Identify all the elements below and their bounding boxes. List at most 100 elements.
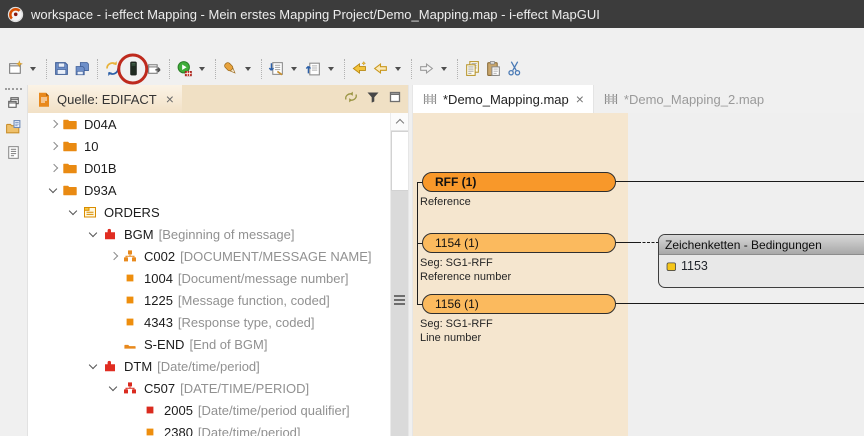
toolbar-separator [93,57,102,81]
tree-row-1225[interactable]: 1225 [Message function, coded] [28,289,390,311]
menu-item-search[interactable] [55,28,73,52]
composite-red-icon [122,380,138,396]
rail-grip[interactable] [5,88,22,90]
dropdown-caret-icon[interactable] [441,67,447,71]
new-wizard-icon [7,60,24,77]
condition-item-element-yellow[interactable]: 1153 [665,259,864,273]
rail-project-explorer[interactable] [3,119,25,141]
sash-grip-icon[interactable] [394,295,405,305]
node-sublabel: Reference [420,196,616,210]
editor-tab-mapping-editor[interactable]: *Demo_Mapping.map × [413,85,594,113]
toolbar-paste[interactable] [483,57,504,81]
twistie-icon[interactable] [46,116,62,132]
twistie-icon[interactable] [46,182,62,198]
toolbar-cut[interactable] [504,57,525,81]
wire-1154[interactable] [615,242,638,244]
tree-row-dtm[interactable]: DTM [Date/time/period] [28,355,390,377]
dropdown-caret-icon[interactable] [199,67,205,71]
dropdown-caret-icon[interactable] [328,67,334,71]
twistie-icon[interactable] [46,138,62,154]
toolbar-save-all[interactable] [72,57,93,81]
node-pill[interactable]: 1154 (1) [422,233,616,253]
segment-end-icon [122,336,138,352]
window-title: workspace - i-effect Mapping - Mein erst… [31,7,600,22]
condition-box-body: 1153 [659,255,864,277]
view-action-maximize[interactable] [385,89,405,109]
edifact-document-icon [36,91,52,107]
folder-icon [62,116,78,132]
view-action-link-with-editor[interactable] [341,89,361,109]
menu-item-file[interactable] [1,28,19,52]
rail-outline[interactable] [3,144,25,166]
twistie-icon[interactable] [46,160,62,176]
tree-row-c002[interactable]: C002 [DOCUMENT/MESSAGE NAME] [28,245,390,267]
rail-restore-view[interactable] [3,94,25,116]
menu-item-edit[interactable] [19,28,37,52]
toolbar-forward[interactable] [416,57,453,81]
toolbar-run[interactable] [174,57,211,81]
close-tab-icon[interactable]: × [576,91,584,107]
toolbar-back[interactable] [370,57,407,81]
tree-row-1004[interactable]: 1004 [Document/message number] [28,267,390,289]
menu-item-project[interactable] [73,28,91,52]
editor-tab-mapping-editor[interactable]: *Demo_Mapping_2.map × [594,85,773,113]
wire-1156[interactable] [615,303,864,305]
node-pill[interactable]: RFF (1) [422,172,616,192]
toolbar-save[interactable] [51,57,72,81]
toolbar-checkin[interactable] [266,57,303,81]
toolbar-refresh[interactable] [102,57,123,81]
twistie-icon[interactable] [66,204,82,220]
toolbar-checkout[interactable] [303,57,340,81]
element-red-icon [142,402,158,418]
title-bar: workspace - i-effect Mapping - Mein erst… [0,0,864,28]
tree-row-10[interactable]: 10 [28,135,390,157]
tree-row-c507[interactable]: C507 [DATE/TIME/PERIOD] [28,377,390,399]
menu-item-navigate[interactable] [37,28,55,52]
toolbar-new-wizard[interactable] [5,57,42,81]
tree-row-2380[interactable]: 2380 [Date/time/period] [28,421,390,436]
editor-tabbar: *Demo_Mapping.map × *Demo_Mapping_2.map … [413,85,864,113]
twistie-icon[interactable] [86,226,102,242]
wire-1154-dashed[interactable] [638,242,659,244]
scrollbar-thumb[interactable] [391,131,409,191]
node-pill[interactable]: 1156 (1) [422,294,616,314]
element-orange-icon [142,424,158,436]
twistie-icon[interactable] [86,358,102,374]
tree-row-2005[interactable]: 2005 [Date/time/period qualifier] [28,399,390,421]
element-orange-icon [122,314,138,330]
twistie-icon[interactable] [106,248,122,264]
source-view-tab[interactable]: Quelle: EDIFACT × [28,85,182,113]
tree-row-d01b[interactable]: D01B [28,157,390,179]
outline-icon [5,144,22,166]
tree-row-orders[interactable]: ORDERS [28,201,390,223]
wire-rff[interactable] [615,181,864,183]
menu-item-window[interactable] [109,28,127,52]
menu-item-run[interactable] [91,28,109,52]
toolbar-copy[interactable] [462,57,483,81]
workbench: Quelle: EDIFACT × [0,85,864,436]
menu-item-help[interactable] [127,28,145,52]
dropdown-caret-icon[interactable] [291,67,297,71]
view-toolbar [341,85,405,113]
dropdown-caret-icon[interactable] [395,67,401,71]
tree-scrollbar[interactable] [390,113,408,436]
dropdown-caret-icon[interactable] [30,67,36,71]
tree-row-d93a[interactable]: D93A [28,179,390,201]
tree-row-s-end[interactable]: S-END [End of BGM] [28,333,390,355]
tree-row-4343[interactable]: 4343 [Response type, coded] [28,311,390,333]
tree-row-bgm[interactable]: BGM [Beginning of message] [28,223,390,245]
map-node-1154: 1154 (1) Seg: SG1-RFFReference number [422,233,616,284]
scroll-up-button[interactable] [391,113,409,131]
toolbar-last-edit-location[interactable] [349,57,370,81]
dropdown-caret-icon[interactable] [245,67,251,71]
view-action-filter[interactable] [363,89,383,109]
twistie-icon[interactable] [106,380,122,396]
tree-row-d04a[interactable]: D04A [28,113,390,135]
condition-box[interactable]: Zeichenketten - Bedingungen 1153 [658,234,864,288]
toolbar-marker[interactable] [220,57,257,81]
toolbar-export-window[interactable] [144,57,165,81]
toolbar-iseries-transfer[interactable] [123,57,144,81]
twistie-icon [126,402,142,418]
toolbar-separator [211,57,220,81]
close-view-icon[interactable]: × [166,91,174,107]
